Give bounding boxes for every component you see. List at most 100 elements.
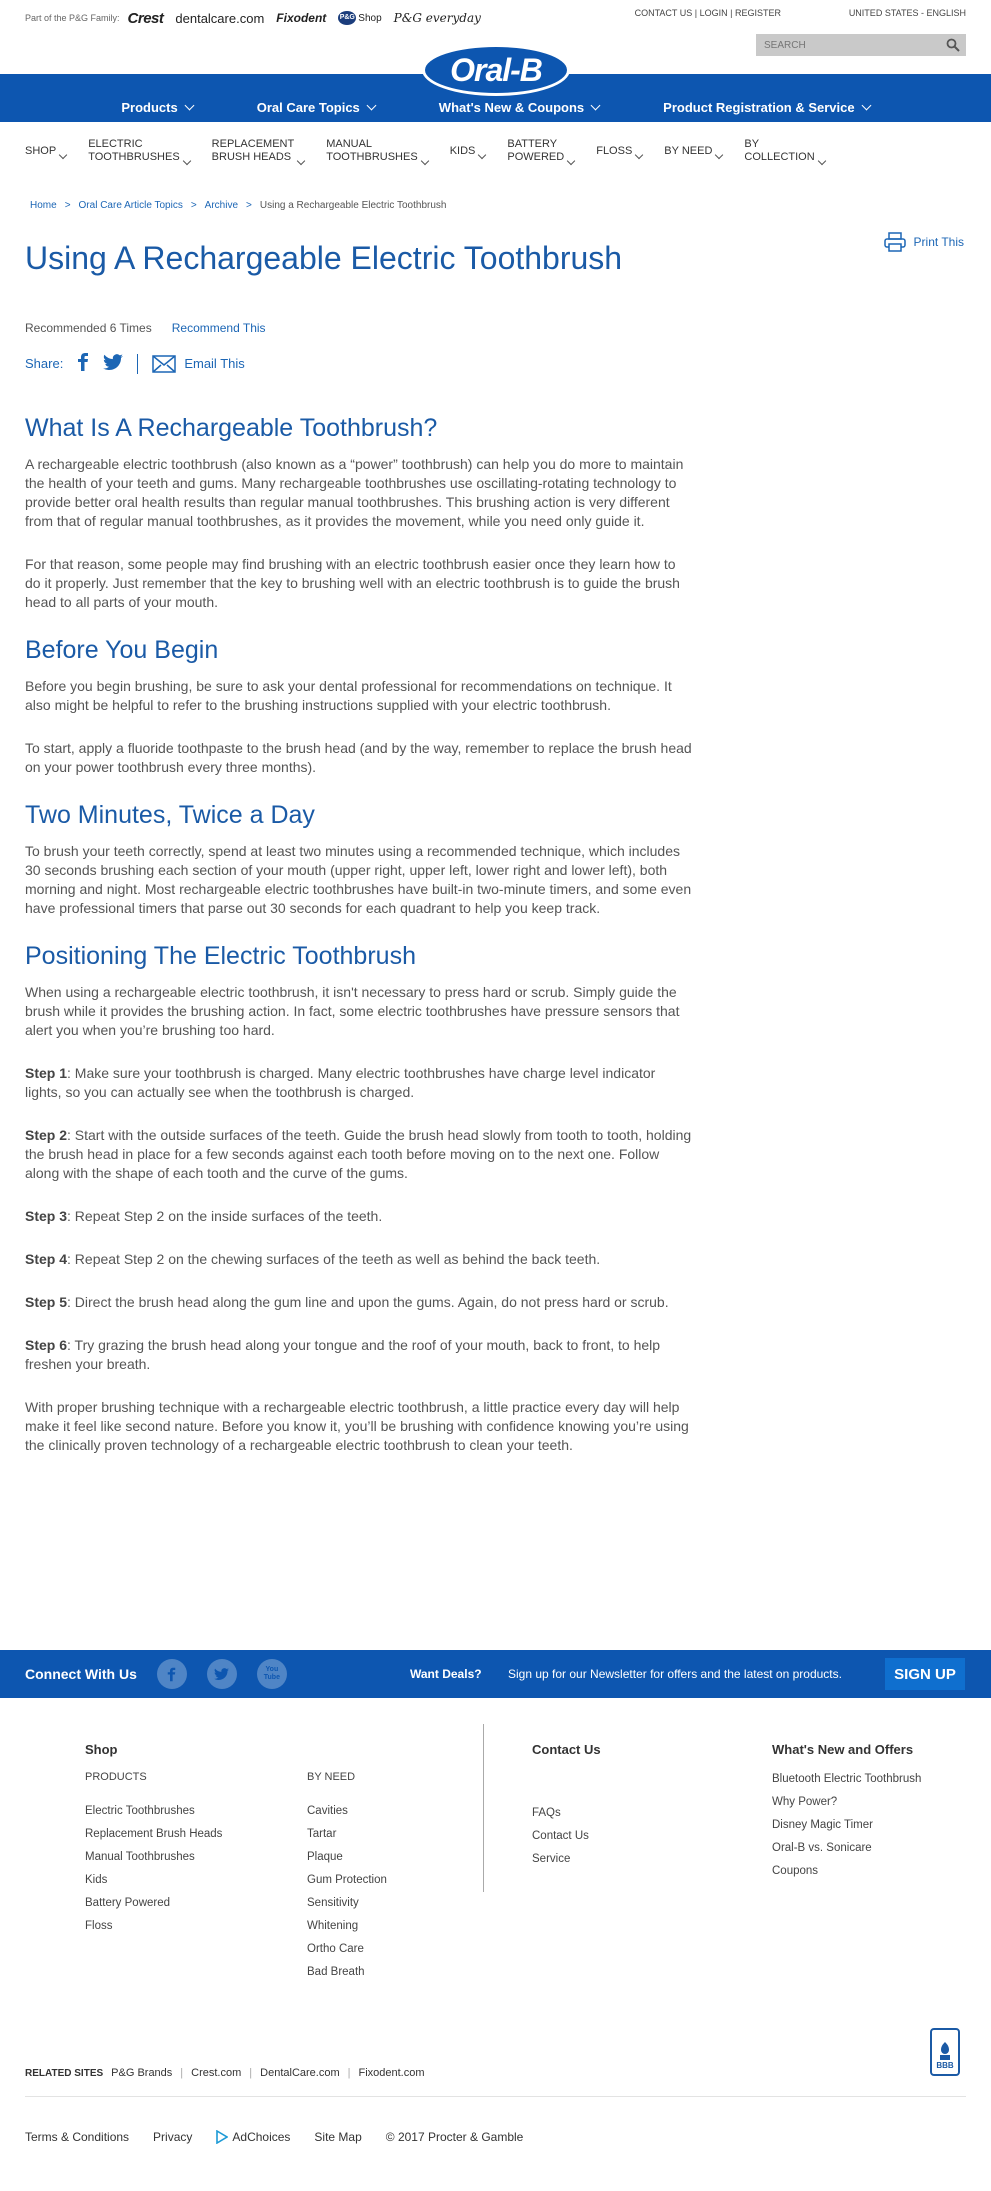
terms-link[interactable]: Terms & Conditions [25,2130,129,2144]
product-nav-by-need[interactable]: BY NEED [664,145,724,159]
footer-link[interactable]: Floss [85,1920,222,1932]
product-nav-shop[interactable]: SHOP [25,145,68,159]
product-nav-battery-powered[interactable]: BATTERY POWERED [507,138,576,166]
product-nav-by-collection[interactable]: BY COLLECTION [744,138,826,166]
related-site-link[interactable]: Crest.com [191,2067,241,2079]
twitter-icon [103,354,124,371]
step-label: Step 5 [25,1294,68,1310]
footer-link[interactable]: Why Power? [772,1796,921,1808]
footer: Shop PRODUCTS Electric Toothbrushes Repl… [0,1720,991,2060]
related-separator: | [249,2067,253,2079]
footer-link[interactable]: Gum Protection [307,1874,387,1886]
chevron-down-icon [58,150,68,159]
bbb-badge[interactable]: BBB [930,2028,960,2076]
region-selector[interactable]: UNITED STATES - ENGLISH [849,8,966,18]
contact-us-link[interactable]: CONTACT US [635,8,693,18]
footer-divider [483,1724,484,1892]
footer-link[interactable]: Plaque [307,1851,387,1863]
footer-link[interactable]: Oral-B vs. Sonicare [772,1842,921,1854]
twitter-follow-button[interactable] [206,1659,237,1689]
footer-link[interactable]: Ortho Care [307,1943,387,1955]
product-nav-replacement-brush-heads[interactable]: REPLACEMENT BRUSH HEADS [211,138,306,166]
footer-link[interactable]: Bluetooth Electric Toothbrush [772,1773,921,1785]
footer-link[interactable]: Battery Powered [85,1897,222,1909]
step-label: Step 2 [25,1127,68,1143]
related-separator: | [180,2067,184,2079]
product-nav-kids[interactable]: KIDS [450,145,487,159]
search-input[interactable] [764,39,934,51]
footer-link[interactable]: Bad Breath [307,1966,387,1978]
breadcrumb-oral-care-topics[interactable]: Oral Care Article Topics [79,200,183,211]
product-nav-label: BATTERY POWERED [507,138,564,164]
twitter-share-button[interactable] [103,354,124,373]
nav-products[interactable]: Products [121,100,195,115]
nav-product-registration[interactable]: Product Registration & Service [663,100,872,115]
breadcrumb-archive[interactable]: Archive [205,200,238,211]
nav-whats-new[interactable]: What's New & Coupons [439,100,601,115]
product-nav-electric-toothbrushes[interactable]: ELECTRIC TOOTHBRUSHES [88,138,191,166]
page-title: Using A Rechargeable Electric Toothbrush [25,240,623,276]
product-nav-line2: TOOTHBRUSHES [88,151,180,163]
fixodent-link[interactable]: Fixodent [276,11,326,25]
facebook-follow-button[interactable] [156,1659,187,1689]
adchoices-link[interactable]: AdChoices [216,2130,290,2144]
footer-link[interactable]: Disney Magic Timer [772,1819,921,1831]
breadcrumb-separator: > [64,200,71,211]
footer-link[interactable]: Tartar [307,1828,387,1840]
paragraph: To start, apply a fluoride toothpaste to… [25,740,692,775]
print-button[interactable]: Print This [883,232,964,252]
product-nav-manual-toothbrushes[interactable]: MANUAL TOOTHBRUSHES [326,138,429,166]
footer-link[interactable]: Kids [85,1874,222,1886]
paragraph: With proper brushing technique with a re… [25,1399,689,1453]
newsletter-text: Sign up for our Newsletter for offers an… [508,1667,842,1681]
article: Using A Rechargeable Electric Toothbrush… [25,240,695,1479]
section-what-is: What Is A Rechargeable Toothbrush? A rec… [25,414,695,612]
step-4: Step 4: Repeat Step 2 on the chewing sur… [25,1250,695,1269]
footer-link[interactable]: Coupons [772,1865,921,1877]
nav-oral-care-topics[interactable]: Oral Care Topics [257,100,377,115]
related-site-link[interactable]: P&G Brands [111,2067,172,2079]
footer-by-need-column: BY NEED Cavities Tartar Plaque Gum Prote… [307,1771,387,1989]
facebook-share-button[interactable] [77,353,89,374]
footer-link[interactable]: Service [532,1853,601,1865]
footer-rule [25,2096,966,2097]
privacy-link[interactable]: Privacy [153,2130,192,2144]
product-nav: SHOP ELECTRIC TOOTHBRUSHES REPLACEMENT BRU… [25,138,847,166]
crest-link[interactable]: Crest [128,10,164,27]
youtube-follow-button[interactable]: You Tube [256,1659,287,1689]
chevron-down-icon [182,156,191,166]
share-label: Share: [25,356,64,371]
related-site-link[interactable]: DentalCare.com [260,2067,339,2079]
product-nav-label: MANUAL TOOTHBRUSHES [326,138,417,164]
email-this-button[interactable]: Email This [152,354,245,373]
footer-link[interactable]: Manual Toothbrushes [85,1851,222,1863]
footer-link[interactable]: Electric Toothbrushes [85,1805,222,1817]
product-nav-floss[interactable]: FLOSS [596,145,644,159]
footer-link[interactable]: FAQs [532,1807,601,1819]
product-nav-line1: REPLACEMENT [211,138,295,150]
footer-link[interactable]: Contact Us [532,1830,601,1842]
dentalcare-link[interactable]: dentalcare.com [175,11,264,26]
pg-everyday-link[interactable]: P&G everyday [394,11,481,25]
chevron-down-icon [420,156,429,166]
login-link[interactable]: LOGIN [700,8,728,18]
search-icon[interactable] [946,38,960,52]
site-map-link[interactable]: Site Map [314,2130,361,2144]
footer-link[interactable]: Whitening [307,1920,387,1932]
breadcrumb-home[interactable]: Home [30,200,57,211]
legal-links: Terms & Conditions Privacy AdChoices Sit… [25,2130,523,2144]
chevron-down-icon [817,156,826,166]
footer-link[interactable]: Cavities [307,1805,387,1817]
breadcrumb-separator: > [246,200,252,211]
recommend-this-link[interactable]: Recommend This [172,321,266,335]
footer-link[interactable]: Sensitivity [307,1897,387,1909]
step-label: Step 4 [25,1251,68,1267]
oral-b-logo[interactable]: Oral-B [422,44,570,96]
chevron-down-icon [566,156,576,166]
bbb-torch-icon [940,2042,950,2060]
related-site-link[interactable]: Fixodent.com [358,2067,424,2079]
register-link[interactable]: REGISTER [735,8,781,18]
sign-up-button[interactable]: SIGN UP [885,1658,965,1690]
footer-link[interactable]: Replacement Brush Heads [85,1828,222,1840]
pg-shop-link[interactable]: P&G Shop [338,11,382,25]
